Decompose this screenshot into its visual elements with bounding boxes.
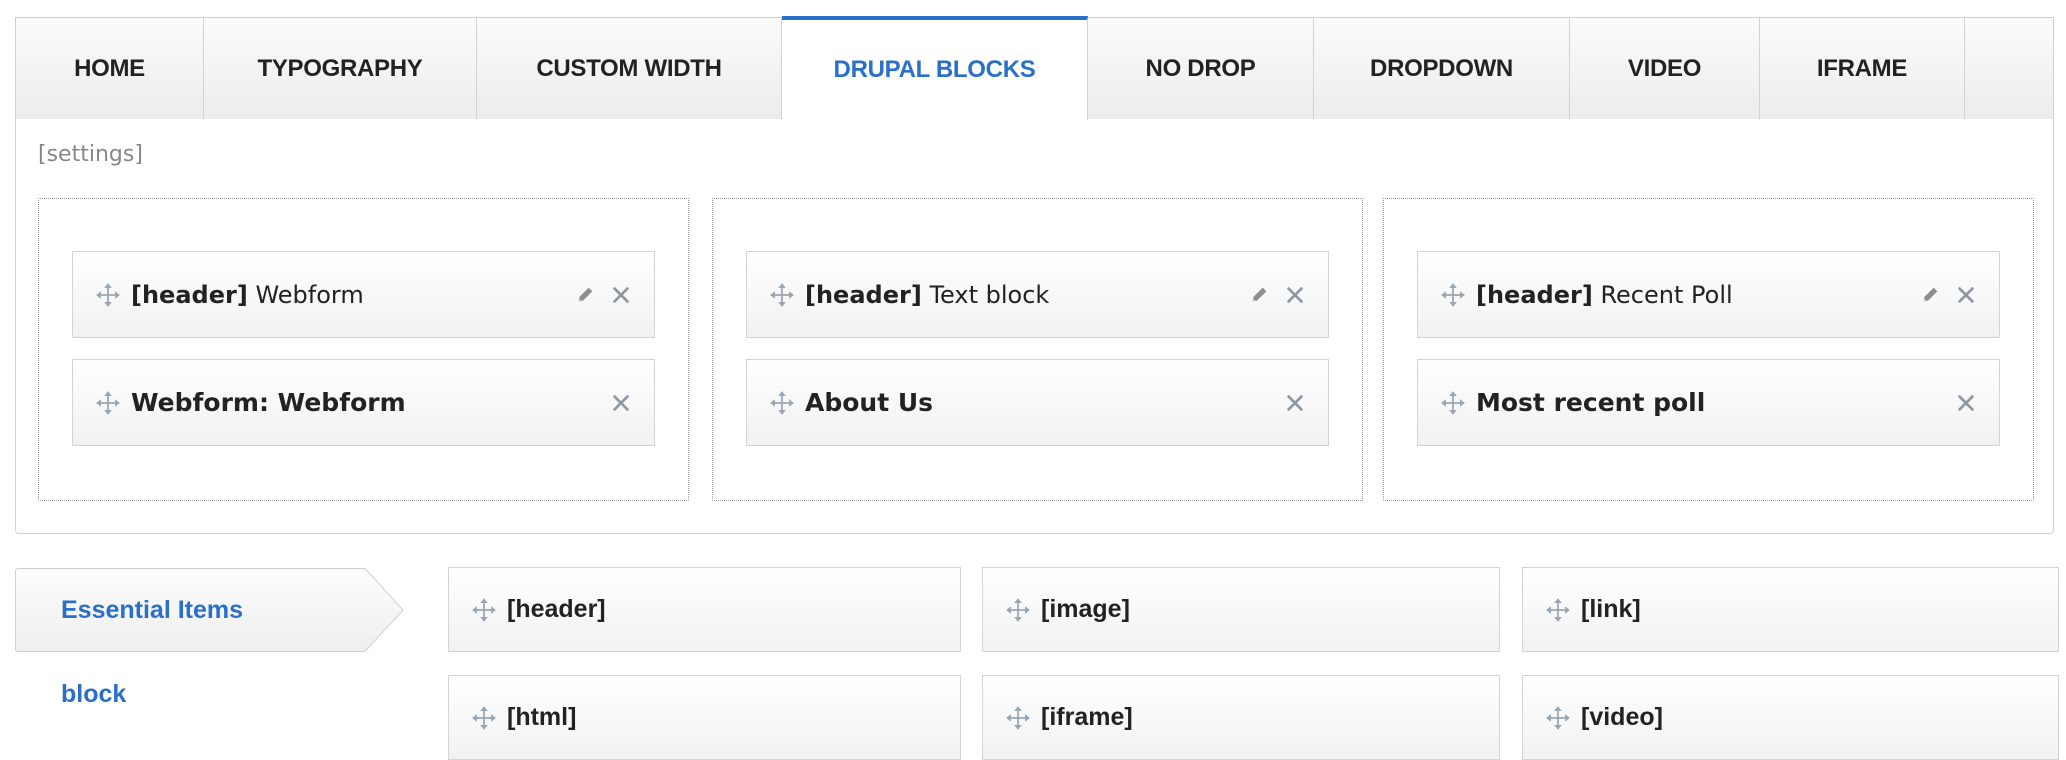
tab-dropdown[interactable]: DROPDOWN: [1314, 18, 1570, 120]
move-arrows-icon[interactable]: [769, 282, 795, 308]
palette-item-iframe[interactable]: [iframe]: [982, 675, 1500, 760]
tab-drupal-blocks[interactable]: DRUPAL BLOCKS: [782, 16, 1088, 120]
block-header-title: Text block: [929, 280, 1050, 309]
block-tag: [header]: [805, 280, 922, 309]
palette-item-link[interactable]: [link]: [1522, 567, 2059, 652]
block-actions: [1284, 392, 1306, 414]
block-label: [header] Text block: [805, 281, 1049, 309]
close-icon[interactable]: [610, 284, 632, 306]
block-actions: [610, 392, 632, 414]
block-actions: [574, 284, 632, 306]
column-2: [header] Text block About Us: [712, 198, 1363, 501]
pencil-icon[interactable]: [574, 284, 596, 306]
move-arrows-icon: [1546, 705, 1570, 730]
block-actions: [1248, 284, 1306, 306]
tab-no-drop[interactable]: NO DROP: [1088, 18, 1314, 120]
block-tag: [header]: [1476, 280, 1593, 309]
column-1: [header] Webform Webform: Webform: [38, 198, 689, 501]
block-webform[interactable]: Webform: Webform: [72, 359, 655, 446]
move-arrows-icon[interactable]: [769, 390, 795, 416]
move-arrows-icon: [472, 705, 496, 730]
palette-item-label: [header]: [507, 595, 606, 623]
close-icon[interactable]: [1284, 392, 1306, 414]
block-label: [header] Webform: [131, 281, 364, 309]
category-block[interactable]: block: [61, 680, 126, 709]
block-about-us[interactable]: About Us: [746, 359, 1329, 446]
palette-item-label: [video]: [1581, 703, 1663, 731]
block-title: Most recent poll: [1476, 388, 1706, 417]
palette-item-label: [iframe]: [1041, 703, 1133, 731]
block-header-title: Recent Poll: [1600, 280, 1733, 309]
tab-iframe[interactable]: IFRAME: [1760, 18, 1965, 120]
block-header-title: Webform: [255, 280, 364, 309]
palette-item-header[interactable]: [header]: [448, 567, 961, 652]
tab-video[interactable]: VIDEO: [1570, 18, 1760, 120]
move-arrows-icon[interactable]: [95, 282, 121, 308]
palette-item-label: [link]: [1581, 595, 1641, 623]
palette-item-video[interactable]: [video]: [1522, 675, 2059, 760]
category-essential-items[interactable]: Essential Items: [15, 568, 405, 652]
header-block-recent-poll[interactable]: [header] Recent Poll: [1417, 251, 2000, 338]
move-arrows-icon[interactable]: [95, 390, 121, 416]
block-title: About Us: [805, 388, 934, 417]
block-actions: [1919, 284, 1977, 306]
move-arrows-icon: [472, 597, 496, 622]
move-arrows-icon[interactable]: [1440, 390, 1466, 416]
palette-item-label: [image]: [1041, 595, 1130, 623]
move-arrows-icon: [1546, 597, 1570, 622]
pencil-icon[interactable]: [1248, 284, 1270, 306]
close-icon[interactable]: [1955, 392, 1977, 414]
column-3: [header] Recent Poll Most recent poll: [1383, 198, 2034, 501]
tab-typography[interactable]: TYPOGRAPHY: [204, 18, 477, 120]
move-arrows-icon: [1006, 705, 1030, 730]
block-most-recent-poll[interactable]: Most recent poll: [1417, 359, 2000, 446]
tab-home[interactable]: HOME: [16, 18, 204, 120]
tab-bar-spacer: [1965, 18, 2053, 120]
close-icon[interactable]: [1955, 284, 1977, 306]
move-arrows-icon: [1006, 597, 1030, 622]
move-arrows-icon[interactable]: [1440, 282, 1466, 308]
block-tag: [header]: [131, 280, 248, 309]
block-title: Webform: Webform: [131, 388, 406, 417]
header-block-text-block[interactable]: [header] Text block: [746, 251, 1329, 338]
palette-item-image[interactable]: [image]: [982, 567, 1500, 652]
settings-link[interactable]: [settings]: [38, 142, 143, 167]
palette-item-label: [html]: [507, 703, 577, 731]
block-actions: [1955, 392, 1977, 414]
header-block-webform[interactable]: [header] Webform: [72, 251, 655, 338]
pencil-icon[interactable]: [1919, 284, 1941, 306]
category-label: Essential Items: [61, 596, 244, 624]
palette-item-html[interactable]: [html]: [448, 675, 961, 760]
close-icon[interactable]: [610, 392, 632, 414]
close-icon[interactable]: [1284, 284, 1306, 306]
drupal-blocks-panel: [settings] [header] Webform Webform: Web…: [15, 119, 2054, 534]
tab-custom-width[interactable]: CUSTOM WIDTH: [477, 18, 782, 120]
block-label: [header] Recent Poll: [1476, 281, 1733, 309]
menu-tab-bar: HOME TYPOGRAPHY CUSTOM WIDTH DRUPAL BLOC…: [15, 16, 2054, 120]
